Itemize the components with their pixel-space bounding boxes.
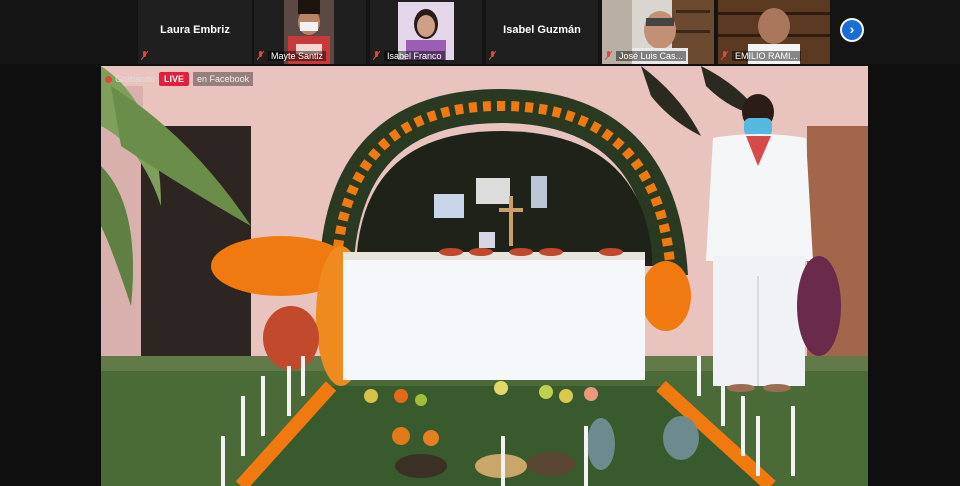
live-badge: LIVE xyxy=(159,72,190,86)
mic-muted-icon xyxy=(257,51,264,60)
mic-muted-icon xyxy=(489,51,496,60)
chevron-right-icon: › xyxy=(842,20,862,40)
next-participants-button[interactable]: › xyxy=(840,18,864,42)
participant-name: Mayte Santiz xyxy=(268,51,327,61)
record-dot-icon xyxy=(105,75,112,83)
main-video-stage[interactable]: Grabando LIVE en Facebook xyxy=(101,66,868,486)
participant-tile[interactable]: Isabel Franco xyxy=(370,0,482,64)
participant-name: Laura Embriz xyxy=(160,24,230,36)
participant-tile[interactable]: EMILIO RAMI... xyxy=(718,0,830,64)
stream-status: Grabando LIVE en Facebook xyxy=(105,70,254,88)
participant-name: EMILIO RAMI... xyxy=(732,51,802,61)
platform-label: en Facebook xyxy=(193,72,254,86)
participant-name: José Luis Cas... xyxy=(616,51,687,61)
participant-tile[interactable]: José Luis Cas... xyxy=(602,0,714,64)
participant-tile[interactable]: Mayte Santiz xyxy=(254,0,366,64)
participant-name: Isabel Guzmán xyxy=(503,24,581,36)
recording-indicator: Grabando xyxy=(105,74,155,84)
mic-muted-icon xyxy=(373,51,380,60)
participant-tile[interactable]: Laura Embriz xyxy=(138,0,252,64)
participant-strip: Laura Embriz Mayte Santiz Isabel Franco … xyxy=(0,0,960,64)
altar-scene-image xyxy=(101,66,868,486)
mic-muted-icon xyxy=(141,51,148,60)
mic-muted-icon xyxy=(605,51,612,60)
participant-tile[interactable]: Isabel Guzmán xyxy=(486,0,598,64)
recording-label: Grabando xyxy=(115,74,156,84)
mic-muted-icon xyxy=(721,51,728,60)
participant-name: Isabel Franco xyxy=(384,51,445,61)
